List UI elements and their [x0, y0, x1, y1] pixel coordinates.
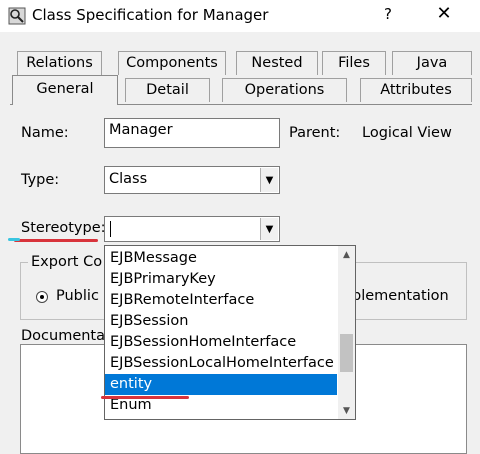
help-button[interactable]: ? [376, 5, 400, 23]
public-radio-label: Public [56, 288, 99, 304]
type-select-value: Class [109, 171, 148, 187]
stereotype-dropdown-arrow-icon[interactable]: ▼ [260, 218, 278, 240]
dropdown-scrollbar[interactable]: ▲ ▼ [338, 246, 355, 419]
name-label: Name: [21, 125, 69, 141]
annotation-cyan-mark [8, 238, 20, 241]
text-caret [110, 221, 111, 237]
parent-label: Parent: [289, 125, 341, 141]
tab-nested[interactable]: Nested [236, 51, 318, 75]
title-bar: Class Specification for Manager ? ✕ [0, 0, 480, 32]
tab-operations[interactable]: Operations [222, 78, 347, 102]
dropdown-item[interactable]: EJBSession [105, 311, 337, 332]
export-control-label: Export Co [28, 254, 106, 270]
scroll-down-icon[interactable]: ▼ [338, 402, 355, 419]
dropdown-item[interactable]: EJBSessionLocalHomeInterface [105, 353, 337, 374]
dropdown-item[interactable]: EJBMessage [105, 248, 337, 269]
tab-general[interactable]: General [12, 75, 118, 105]
tab-files[interactable]: Files [322, 51, 386, 75]
parent-value: Logical View [362, 125, 452, 141]
dropdown-item[interactable]: EJBPrimaryKey [105, 269, 337, 290]
tab-relations[interactable]: Relations [17, 51, 102, 75]
dropdown-item[interactable]: EJBSessionHomeInterface [105, 332, 337, 353]
tab-attributes[interactable]: Attributes [360, 78, 472, 102]
tab-java[interactable]: Java [392, 51, 472, 75]
type-label: Type: [21, 172, 60, 188]
close-button[interactable]: ✕ [430, 3, 458, 24]
annotation-underline-stereotype [14, 239, 98, 242]
type-select[interactable]: Class ▼ [104, 166, 280, 194]
implementation-radio-label: plementation [352, 288, 449, 304]
type-dropdown-arrow-icon[interactable]: ▼ [260, 168, 278, 192]
annotation-underline-entity [101, 396, 189, 399]
scroll-up-icon[interactable]: ▲ [338, 246, 355, 263]
dropdown-item[interactable]: EJBRemoteInterface [105, 290, 337, 311]
window-title: Class Specification for Manager [32, 6, 269, 24]
stereotype-label: Stereotype: [21, 220, 106, 236]
documentation-label: Documentat [21, 328, 111, 344]
scrollbar-thumb[interactable] [340, 334, 353, 372]
stereotype-select[interactable]: ▼ [104, 216, 280, 242]
tab-detail[interactable]: Detail [125, 78, 210, 102]
name-input[interactable]: Manager [104, 118, 280, 148]
tab-components[interactable]: Components [118, 51, 226, 75]
dropdown-item-selected[interactable]: entity [105, 374, 337, 395]
public-radio[interactable] [36, 291, 48, 303]
stereotype-dropdown-list[interactable]: EJBMessage EJBPrimaryKey EJBRemoteInterf… [104, 245, 356, 420]
app-icon [8, 7, 26, 25]
